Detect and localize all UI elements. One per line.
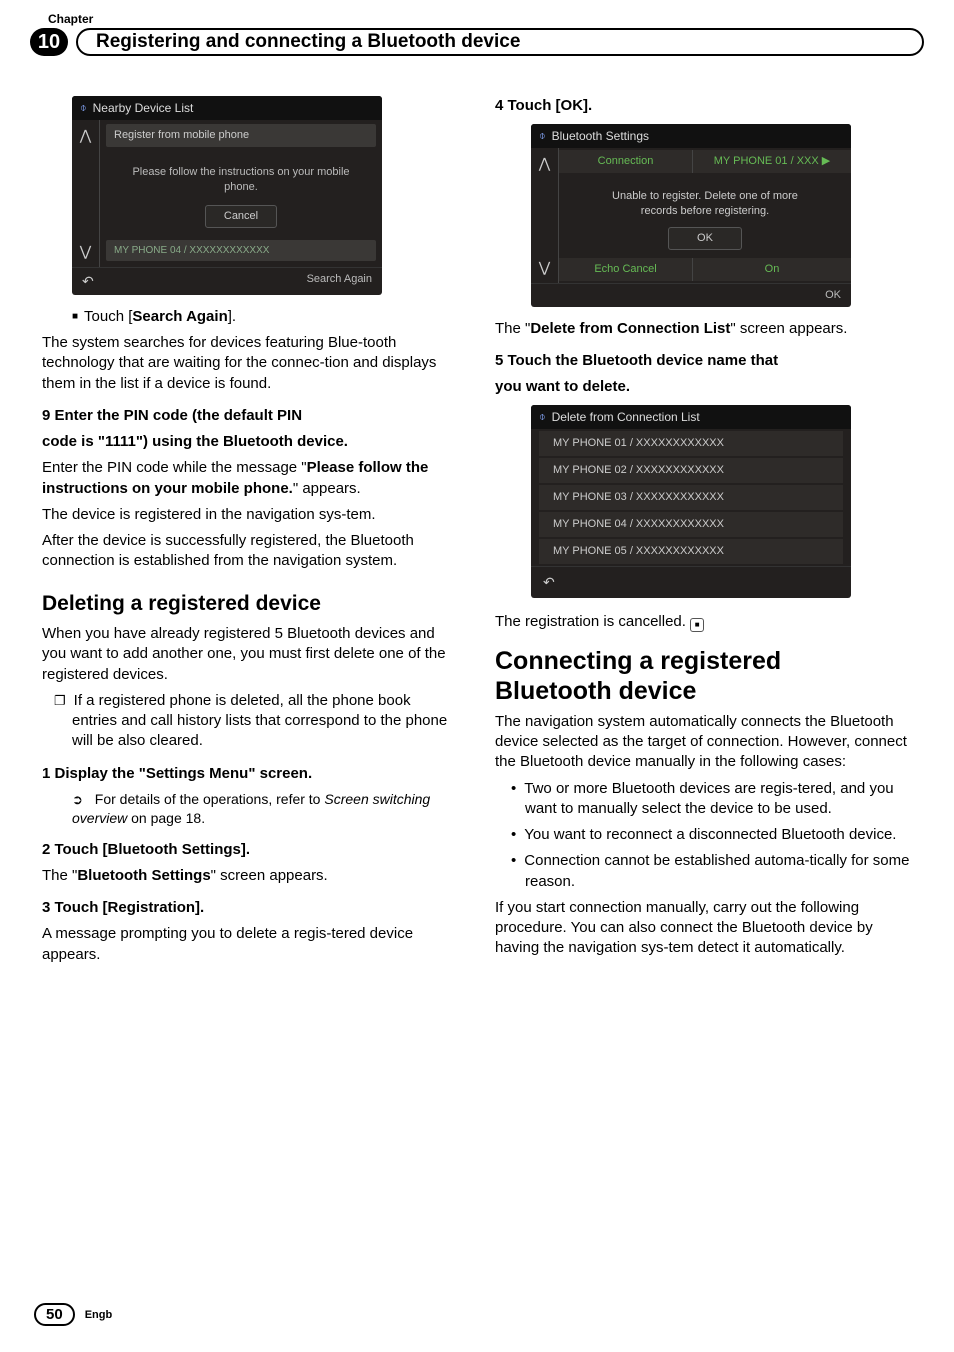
shot-title: Nearby Device List bbox=[93, 100, 194, 116]
right-column: 4 Touch [OK]. ⌽ Bluetooth Settings ⋀ ⋁ C… bbox=[495, 96, 912, 971]
msg-line2: phone. bbox=[114, 180, 368, 195]
paragraph-r4: If you start connection manually, carry … bbox=[495, 898, 912, 959]
content-area: ⌽ Nearby Device List ⋀ ⋁ Register from m… bbox=[0, 56, 954, 971]
paragraph-7: A message prompting you to delete a regi… bbox=[42, 924, 459, 965]
paragraph-r2: The registration is cancelled. ■ bbox=[495, 612, 912, 632]
shot3-titlebar: ⌽ Delete from Connection List bbox=[531, 405, 851, 429]
up-arrow-icon[interactable]: ⋀ bbox=[539, 154, 550, 173]
paragraph-r3: The navigation system automatically conn… bbox=[495, 712, 912, 773]
up-arrow-icon[interactable]: ⋀ bbox=[80, 126, 91, 145]
list-item[interactable]: MY PHONE 01 / XXXXXXXXXXXX bbox=[539, 431, 843, 456]
down-arrow-icon[interactable]: ⋁ bbox=[80, 242, 91, 261]
down-arrow-icon[interactable]: ⋁ bbox=[539, 258, 550, 277]
step-5a: 5 Touch the Bluetooth device name that bbox=[495, 351, 912, 371]
shot2-title: Bluetooth Settings bbox=[552, 128, 649, 144]
ref-1: For details of the operations, refer to … bbox=[42, 790, 459, 828]
settings-message: Unable to register. Delete one of more r… bbox=[559, 175, 851, 227]
shot3-title: Delete from Connection List bbox=[552, 409, 700, 425]
paragraph-3: The device is registered in the navigati… bbox=[42, 505, 459, 525]
shot3-footer: ↶ bbox=[531, 566, 851, 598]
msg-line2: records before registering. bbox=[567, 204, 843, 219]
echo-label: Echo Cancel bbox=[559, 258, 693, 281]
heading-connecting-a: Connecting a registered bbox=[495, 646, 912, 676]
bullet-icon bbox=[72, 308, 84, 325]
screenshot-bluetooth-settings: ⌽ Bluetooth Settings ⋀ ⋁ Connection MY P… bbox=[531, 124, 851, 306]
back-icon[interactable]: ↶ bbox=[82, 272, 94, 291]
heading-connecting-b: Bluetooth device bbox=[495, 676, 912, 706]
paragraph-6: The "Bluetooth Settings" screen appears. bbox=[42, 866, 459, 886]
shot2-titlebar: ⌽ Bluetooth Settings bbox=[531, 124, 851, 148]
list-item[interactable]: MY PHONE 03 / XXXXXXXXXXXX bbox=[539, 485, 843, 510]
step-5b: you want to delete. bbox=[495, 377, 912, 397]
step-9b: code is "1111") using the Bluetooth devi… bbox=[42, 432, 459, 452]
connection-value: MY PHONE 01 / XXX ▶ bbox=[693, 150, 851, 173]
screenshot-delete-list: ⌽ Delete from Connection List MY PHONE 0… bbox=[531, 405, 851, 597]
paragraph-r1: The "Delete from Connection List" screen… bbox=[495, 319, 912, 339]
step-2: 2 Touch [Bluetooth Settings]. bbox=[42, 840, 459, 860]
ok-button[interactable]: OK bbox=[668, 227, 742, 250]
message-area: Please follow the instructions on your m… bbox=[106, 149, 376, 238]
paragraph-5: When you have already registered 5 Bluet… bbox=[42, 624, 459, 685]
bluetooth-icon: ⌽ bbox=[539, 129, 546, 144]
side-nav: ⋀ ⋁ bbox=[531, 148, 559, 282]
touch-search-line: Touch [Search Again]. bbox=[42, 307, 459, 327]
ok-footer[interactable]: OK bbox=[825, 288, 841, 303]
heading-deleting: Deleting a registered device bbox=[42, 590, 459, 618]
list-item[interactable]: MY PHONE 04 / XXXXXXXXXXXX bbox=[539, 512, 843, 537]
bluetooth-icon: ⌽ bbox=[80, 101, 87, 116]
chapter-title-pill: Registering and connecting a Bluetooth d… bbox=[76, 28, 924, 56]
shot-titlebar: ⌽ Nearby Device List bbox=[72, 96, 382, 120]
chapter-number: 10 bbox=[30, 28, 68, 56]
page-header: Chapter 10 Registering and connecting a … bbox=[0, 0, 954, 56]
end-section-icon: ■ bbox=[690, 618, 704, 632]
msg-line1: Unable to register. Delete one of more bbox=[567, 189, 843, 204]
echo-row[interactable]: Echo Cancel On bbox=[559, 258, 851, 281]
connection-label: Connection bbox=[559, 150, 693, 173]
chapter-label: Chapter bbox=[48, 12, 924, 26]
page-footer: 50 Engb bbox=[34, 1303, 112, 1326]
screenshot-nearby-device-list: ⌽ Nearby Device List ⋀ ⋁ Register from m… bbox=[72, 96, 382, 295]
step-4: 4 Touch [OK]. bbox=[495, 96, 912, 116]
chapter-title: Registering and connecting a Bluetooth d… bbox=[96, 31, 520, 53]
bullet-3: Connection cannot be established automa-… bbox=[495, 851, 912, 892]
note-1: If a registered phone is deleted, all th… bbox=[42, 691, 459, 752]
bluetooth-icon: ⌽ bbox=[539, 410, 546, 425]
language-code: Engb bbox=[85, 1309, 113, 1321]
bullet-2: You want to reconnect a disconnected Blu… bbox=[495, 825, 912, 845]
shot2-footer: OK bbox=[531, 283, 851, 307]
list-item[interactable]: MY PHONE 05 / XXXXXXXXXXXX bbox=[539, 539, 843, 564]
back-icon[interactable]: ↶ bbox=[543, 574, 555, 590]
step-3: 3 Touch [Registration]. bbox=[42, 898, 459, 918]
bullet-1: Two or more Bluetooth devices are regis-… bbox=[495, 779, 912, 820]
paragraph-2: Enter the PIN code while the message "Pl… bbox=[42, 458, 459, 499]
chapter-bar: 10 Registering and connecting a Bluetoot… bbox=[30, 28, 924, 56]
step-1: 1 Display the "Settings Menu" screen. bbox=[42, 764, 459, 784]
page-number: 50 bbox=[34, 1303, 75, 1326]
shot-footer: ↶ Search Again bbox=[72, 267, 382, 295]
register-row[interactable]: Register from mobile phone bbox=[106, 124, 376, 147]
left-column: ⌽ Nearby Device List ⋀ ⋁ Register from m… bbox=[42, 96, 459, 971]
echo-value: On bbox=[693, 258, 851, 281]
cancel-button[interactable]: Cancel bbox=[205, 205, 277, 228]
paragraph-1: The system searches for devices featurin… bbox=[42, 333, 459, 394]
device-row[interactable]: MY PHONE 04 / XXXXXXXXXXXX bbox=[106, 240, 376, 262]
side-nav: ⋀ ⋁ bbox=[72, 120, 100, 267]
connection-row[interactable]: Connection MY PHONE 01 / XXX ▶ bbox=[559, 150, 851, 173]
step-9a: 9 Enter the PIN code (the default PIN bbox=[42, 406, 459, 426]
paragraph-4: After the device is successfully registe… bbox=[42, 531, 459, 572]
msg-line1: Please follow the instructions on your m… bbox=[114, 165, 368, 180]
search-again-button[interactable]: Search Again bbox=[307, 272, 372, 291]
list-item[interactable]: MY PHONE 02 / XXXXXXXXXXXX bbox=[539, 458, 843, 483]
